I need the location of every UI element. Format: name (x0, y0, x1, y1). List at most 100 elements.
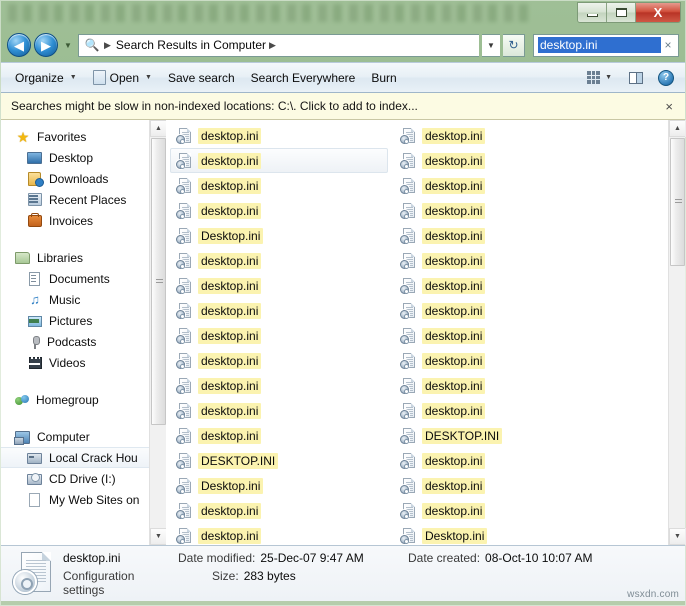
change-view-button[interactable]: ▼ (582, 66, 617, 89)
preview-pane-button[interactable] (617, 66, 648, 89)
gear-icon (400, 360, 409, 369)
breadcrumb-separator: ▶ (104, 39, 111, 50)
list-item[interactable]: desktop.ini (170, 323, 394, 348)
list-item[interactable]: desktop.ini (394, 273, 668, 298)
list-item[interactable]: desktop.ini (394, 123, 668, 148)
scroll-down-icon[interactable]: ▼ (669, 528, 686, 545)
list-item[interactable]: desktop.ini (170, 523, 394, 545)
minimize-button[interactable] (578, 3, 607, 22)
close-button[interactable]: X (636, 3, 680, 22)
sidebar-item-cd-drive[interactable]: CD Drive (I:) (1, 468, 149, 489)
list-item[interactable]: desktop.ini (394, 373, 668, 398)
ini-file-icon (176, 227, 191, 244)
list-item[interactable]: desktop.ini (170, 373, 394, 398)
sidebar-item-libraries[interactable]: Libraries (1, 247, 149, 268)
breadcrumb[interactable]: 🔍 ▶ Search Results in Computer ▶ (78, 33, 479, 57)
file-list[interactable]: desktop.ini desktop.ini desktop.ini desktop… (166, 120, 668, 545)
search-everywhere-button[interactable]: Search Everywhere (243, 66, 364, 89)
burn-button[interactable]: Burn (363, 66, 404, 89)
file-name: desktop.ini (198, 402, 262, 419)
breadcrumb-separator-end[interactable]: ▶ (266, 40, 281, 51)
list-item[interactable]: desktop.ini (394, 298, 668, 323)
file-list-scrollbar[interactable]: ▲ ▼ (668, 120, 686, 545)
search-input[interactable]: desktop.ini (538, 37, 661, 53)
list-item[interactable]: Desktop.ini (394, 523, 668, 545)
gear-icon (176, 260, 185, 269)
gear-icon (176, 510, 185, 519)
list-item[interactable]: desktop.ini (170, 248, 394, 273)
list-item[interactable]: desktop.ini (394, 173, 668, 198)
sidebar-item-computer[interactable]: Computer (1, 426, 149, 447)
list-item[interactable]: desktop.ini (394, 473, 668, 498)
scrollbar-thumb[interactable] (670, 138, 685, 266)
sidebar-item-videos[interactable]: Videos (1, 352, 149, 373)
list-item[interactable]: desktop.ini (170, 198, 394, 223)
open-button[interactable]: Open ▼ (85, 66, 160, 89)
list-item[interactable]: desktop.ini (170, 273, 394, 298)
scroll-down-icon[interactable]: ▼ (150, 528, 167, 545)
desktop-icon (27, 150, 43, 166)
navigation-pane-scrollbar[interactable]: ▲ ▼ (149, 120, 167, 545)
refresh-button[interactable]: ↻ (503, 33, 525, 57)
help-button[interactable]: ? (648, 66, 679, 89)
list-item[interactable]: desktop.ini (394, 223, 668, 248)
breadcrumb-label[interactable]: Search Results in Computer (116, 38, 266, 52)
scrollbar-thumb[interactable] (151, 138, 166, 425)
forward-button[interactable]: ▶ (34, 33, 58, 57)
list-item[interactable]: Desktop.ini (170, 473, 394, 498)
sidebar-item-documents[interactable]: Documents (1, 268, 149, 289)
sidebar-item-favorites[interactable]: ★ Favorites (1, 126, 149, 147)
search-box[interactable]: desktop.ini × (533, 33, 679, 57)
list-item[interactable]: desktop.ini (394, 498, 668, 523)
address-dropdown-button[interactable]: ▼ (482, 33, 500, 57)
ini-file-icon (400, 502, 415, 519)
sidebar-item-pictures[interactable]: Pictures (1, 310, 149, 331)
list-item[interactable]: desktop.ini (394, 448, 668, 473)
sidebar-item-desktop[interactable]: Desktop (1, 147, 149, 168)
file-name: desktop.ini (422, 277, 486, 294)
clear-search-icon[interactable]: × (661, 38, 675, 52)
recent-pages-button[interactable]: ▼ (61, 33, 75, 57)
list-item[interactable]: DESKTOP.INI (170, 448, 394, 473)
list-item[interactable]: DESKTOP.INI (394, 423, 668, 448)
list-item[interactable]: desktop.ini (170, 173, 394, 198)
sidebar-item-podcasts[interactable]: Podcasts (1, 331, 149, 352)
list-item[interactable]: desktop.ini (170, 148, 388, 173)
save-search-button[interactable]: Save search (160, 66, 243, 89)
sidebar-item-web-sites[interactable]: My Web Sites on (1, 489, 149, 510)
organize-button[interactable]: Organize ▼ (7, 66, 85, 89)
ini-file-icon (176, 377, 191, 394)
sidebar-item-homegroup[interactable]: Homegroup (1, 389, 149, 410)
list-item[interactable]: desktop.ini (394, 398, 668, 423)
list-item[interactable]: desktop.ini (170, 423, 394, 448)
ini-file-icon (11, 551, 51, 596)
list-item[interactable]: desktop.ini (394, 248, 668, 273)
sidebar-item-music[interactable]: ♫ Music (1, 289, 149, 310)
gear-icon (176, 410, 185, 419)
scroll-up-icon[interactable]: ▲ (669, 120, 686, 137)
list-item[interactable]: desktop.ini (394, 148, 668, 173)
index-notification-bar[interactable]: Searches might be slow in non-indexed lo… (1, 93, 685, 120)
list-item[interactable]: desktop.ini (170, 298, 394, 323)
list-item[interactable]: desktop.ini (394, 323, 668, 348)
scroll-up-icon[interactable]: ▲ (150, 120, 167, 137)
sidebar-item-downloads[interactable]: Downloads (1, 168, 149, 189)
sidebar-item-label: My Web Sites on (49, 492, 140, 507)
list-item[interactable]: Desktop.ini (170, 223, 394, 248)
back-icon: ◀ (14, 37, 24, 53)
back-button[interactable]: ◀ (7, 33, 31, 57)
list-item[interactable]: desktop.ini (394, 198, 668, 223)
maximize-button[interactable] (607, 3, 636, 22)
sidebar-item-invoices[interactable]: Invoices (1, 210, 149, 231)
list-item[interactable]: desktop.ini (394, 348, 668, 373)
sidebar-item-local-disk[interactable]: Local Crack Hou (1, 447, 149, 468)
index-notification-text[interactable]: Searches might be slow in non-indexed lo… (11, 99, 661, 113)
file-name: desktop.ini (198, 327, 262, 344)
list-item[interactable]: desktop.ini (170, 398, 394, 423)
sidebar-item-recent-places[interactable]: Recent Places (1, 189, 149, 210)
list-item[interactable]: desktop.ini (170, 498, 394, 523)
list-item[interactable]: desktop.ini (170, 348, 394, 373)
sidebar-item-label: CD Drive (I:) (49, 471, 116, 486)
list-item[interactable]: desktop.ini (170, 123, 394, 148)
close-icon[interactable]: × (661, 99, 677, 114)
